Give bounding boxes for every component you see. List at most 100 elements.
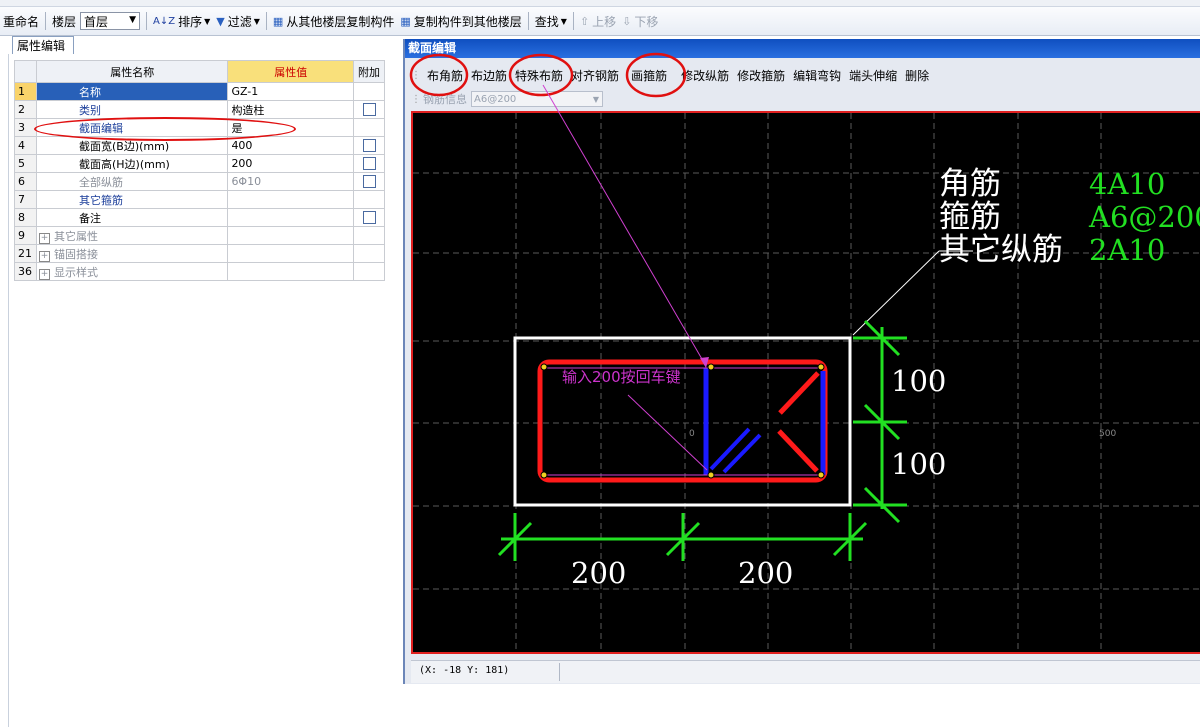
move-down-label: 下移	[634, 14, 659, 29]
row-name: 其它箍筋	[35, 190, 229, 209]
tool-delete[interactable]: 删除	[901, 67, 933, 84]
row-extra	[353, 100, 385, 119]
extra-checkbox[interactable]	[362, 157, 376, 171]
row-value[interactable]: GZ-1	[227, 82, 355, 101]
row-name: 名称	[35, 82, 229, 101]
table-row[interactable]: 7 其它箍筋	[14, 190, 385, 209]
row-number: 6	[14, 172, 37, 191]
legend-label: 其它纵筋	[939, 232, 1063, 268]
sort-az-icon: A↓Z	[153, 15, 176, 27]
table-row[interactable]: 8 备注	[14, 208, 385, 227]
row-value[interactable]	[227, 226, 355, 245]
annotation-ellipse	[34, 117, 296, 141]
row-extra	[353, 208, 385, 227]
rebar-info-combo[interactable]: A6@200 ▼	[471, 91, 603, 107]
tool-end-extend[interactable]: 端头伸缩	[845, 67, 901, 84]
tool-edit-hook[interactable]: 编辑弯钩	[789, 67, 845, 84]
copy-from-floor-button[interactable]: ▦ 从其他楼层复制构件	[270, 10, 397, 32]
table-row[interactable]: 2 类别 构造柱	[14, 100, 385, 119]
row-name-cell: + 显示样式	[35, 262, 229, 281]
extra-checkbox[interactable]	[362, 175, 376, 189]
row-name: 全部纵筋	[35, 172, 229, 191]
floor-dropdown[interactable]: 首层 ▼	[80, 12, 141, 30]
legend-value: A6@200	[1088, 200, 1200, 234]
grip-icon: ⋮	[411, 69, 421, 81]
row-name: 其它属性	[53, 229, 98, 243]
copy-to-floor-button[interactable]: ▦ 复制构件到其他楼层	[397, 10, 524, 32]
table-row[interactable]: 21 + 锚固搭接	[14, 244, 385, 263]
table-row[interactable]: 6 全部纵筋 6Φ10	[14, 172, 385, 191]
chevron-down-icon: ▼	[204, 16, 211, 26]
row-value[interactable]	[227, 190, 355, 209]
tool-draw-stirrup[interactable]: 画箍筋	[627, 67, 671, 84]
row-number: 36	[14, 262, 37, 281]
tool-modify-longitudinal[interactable]: 修改纵筋	[677, 67, 733, 84]
grip-icon: ⋮	[411, 93, 421, 105]
row-value[interactable]: 6Φ10	[227, 172, 355, 191]
tool-modify-stirrup[interactable]: 修改箍筋	[733, 67, 789, 84]
table-row[interactable]: 1 名称 GZ-1	[14, 82, 385, 101]
row-extra	[353, 172, 385, 191]
row-extra	[353, 154, 385, 173]
hint-text: 输入200按回车键	[562, 368, 681, 386]
chevron-down-icon: ▼	[560, 16, 567, 26]
move-up-label: 上移	[592, 14, 617, 29]
toolbar-separator	[146, 12, 148, 30]
tool-corner-rebar[interactable]: 布角筋	[423, 67, 467, 84]
section-editor-title: 截面编辑	[405, 39, 1200, 58]
expand-icon[interactable]: +	[38, 250, 50, 262]
find-label: 查找	[534, 14, 559, 29]
filter-icon: ▼	[216, 14, 225, 28]
row-extra	[353, 262, 385, 281]
row-value[interactable]: 200	[227, 154, 355, 173]
tool-special-rebar[interactable]: 特殊布筋	[511, 67, 567, 84]
filter-button[interactable]: ▼ 过滤 ▼	[213, 10, 263, 32]
row-value[interactable]	[227, 262, 355, 281]
axis-label: 500	[1099, 429, 1116, 439]
table-row[interactable]: 9 + 其它属性	[14, 226, 385, 245]
table-header-row: 属性名称 属性值 附加	[14, 60, 385, 83]
section-toolbar: ⋮ 布角筋 布边筋 特殊布筋 对齐钢筋 画箍筋 修改纵筋 修改箍筋 编辑弯钩 端…	[411, 63, 933, 87]
origin-label: 0	[689, 429, 695, 439]
row-name: 显示样式	[53, 265, 98, 279]
copy-to-floor-label: 复制构件到其他楼层	[413, 14, 522, 29]
main-toolbar: 重命名 楼层 首层 ▼ A↓Z 排序 ▼ ▼ 过滤 ▼ ▦ 从其他楼层复制构件 …	[0, 7, 1200, 36]
extra-checkbox[interactable]	[362, 103, 376, 117]
stirrup-hook-red	[778, 371, 820, 415]
dimension-text: 100	[891, 364, 946, 398]
drawing-canvas[interactable]: 0 500 输入200按回车键 角筋 4A10 箍筋 A6@20 其它纵筋 2A…	[411, 111, 1200, 654]
move-up-button[interactable]: ⇧ 上移	[577, 10, 619, 32]
row-extra	[353, 226, 385, 245]
dimension-bottom	[497, 513, 868, 561]
arrow-up-icon: ⇧	[579, 14, 590, 28]
legend-label: 角筋	[939, 166, 1001, 202]
tool-edge-rebar[interactable]: 布边筋	[467, 67, 511, 84]
tab-property-edit[interactable]: 属性编辑	[12, 36, 74, 54]
toolbar-separator	[572, 12, 574, 30]
row-value[interactable]: 400	[227, 136, 355, 155]
row-number: 2	[14, 100, 37, 119]
header-name: 属性名称	[35, 60, 229, 83]
table-row[interactable]: 5 截面高(H边)(mm) 200	[14, 154, 385, 173]
toolbar-separator	[45, 12, 47, 30]
expand-icon[interactable]: +	[38, 268, 50, 280]
row-name: 备注	[35, 208, 229, 227]
row-value[interactable]	[227, 208, 355, 227]
row-extra	[353, 82, 385, 101]
filter-label: 过滤	[227, 14, 252, 29]
row-value[interactable]	[227, 244, 355, 263]
rename-button[interactable]: 重命名	[0, 10, 42, 32]
sort-button[interactable]: A↓Z 排序 ▼	[150, 10, 213, 32]
extra-checkbox[interactable]	[362, 211, 376, 225]
find-button[interactable]: 查找 ▼	[532, 10, 570, 32]
row-number: 7	[14, 190, 37, 209]
row-number: 1	[14, 82, 37, 101]
move-down-button[interactable]: ⇩ 下移	[619, 10, 661, 32]
expand-icon[interactable]: +	[38, 232, 50, 244]
row-value[interactable]: 构造柱	[227, 100, 355, 119]
table-row[interactable]: 36 + 显示样式	[14, 262, 385, 281]
extra-checkbox[interactable]	[362, 139, 376, 153]
row-extra	[353, 136, 385, 155]
stirrup-hook-red	[777, 429, 819, 473]
tool-align-rebar[interactable]: 对齐钢筋	[567, 67, 623, 84]
